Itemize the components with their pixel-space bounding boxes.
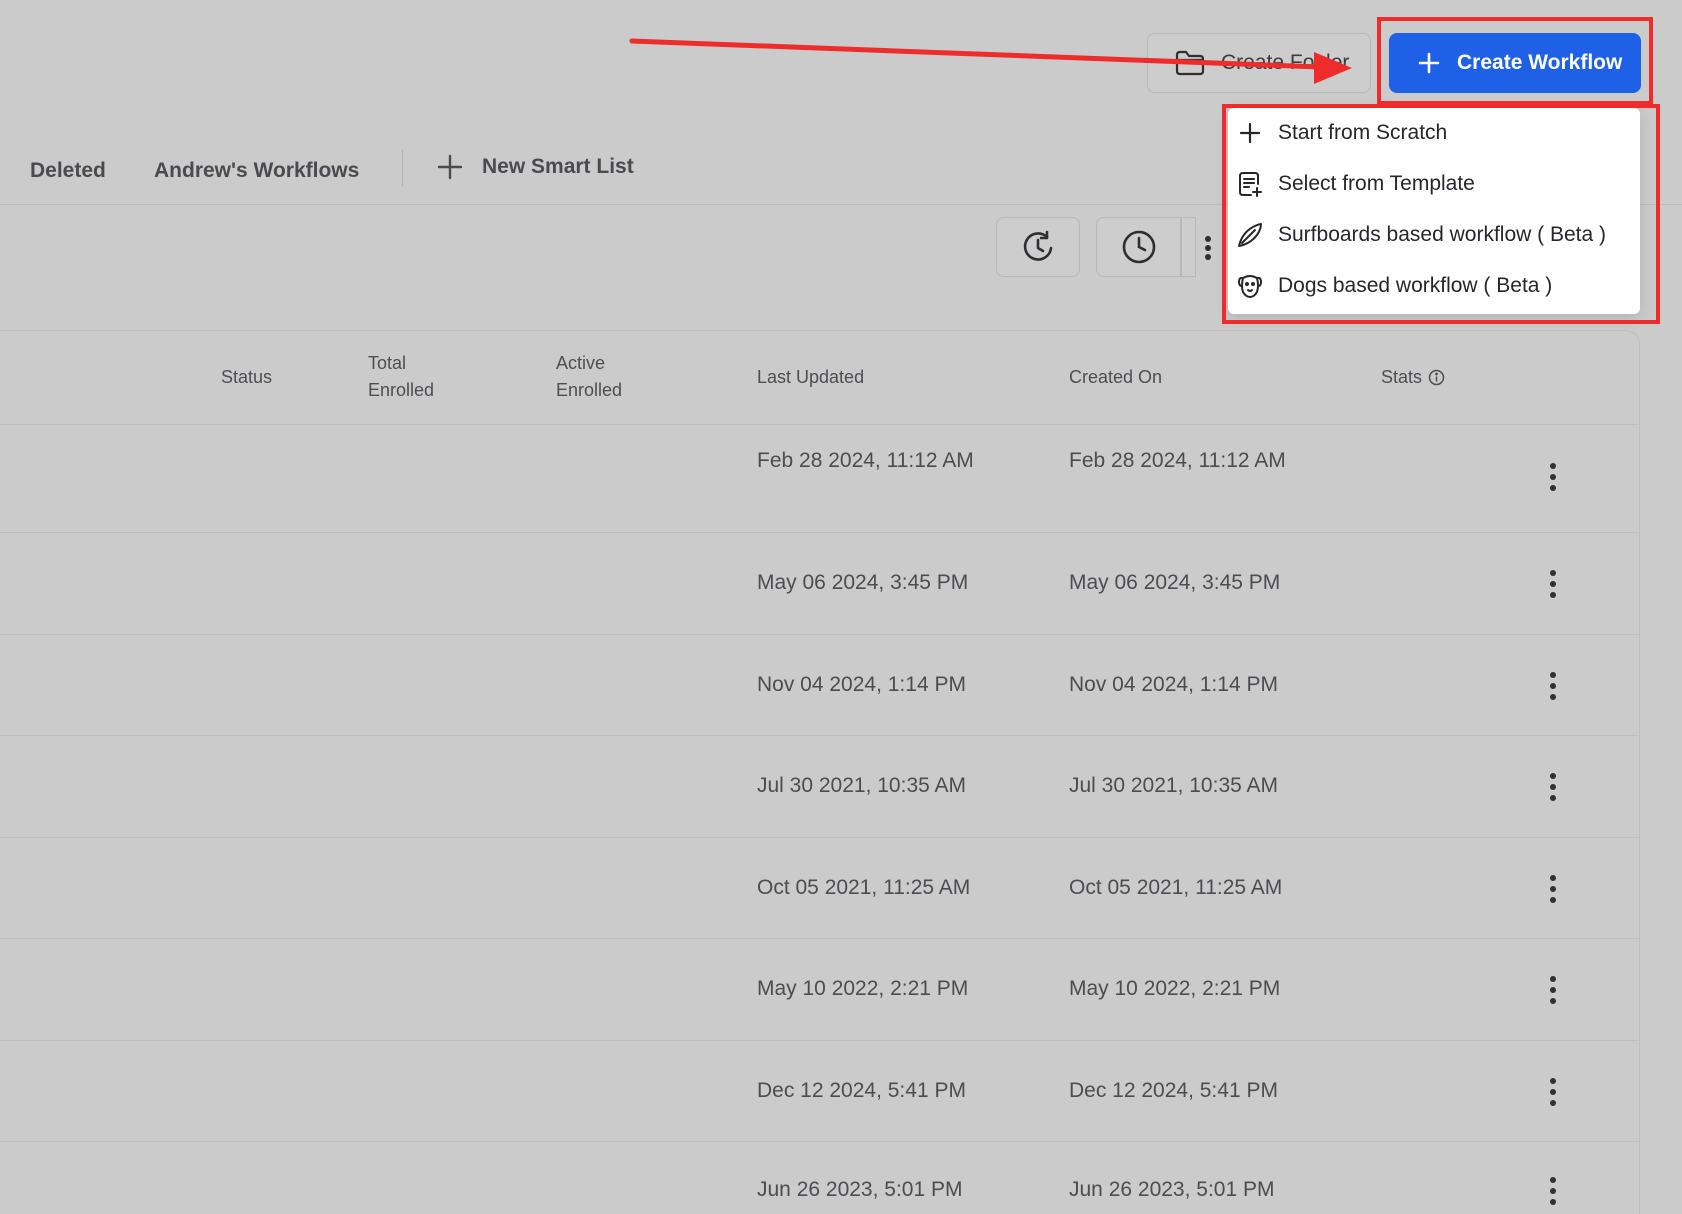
- workflows-page: Create Folder Create Workflow Deleted An…: [0, 0, 1682, 1214]
- annotation-arrow: [629, 38, 1352, 84]
